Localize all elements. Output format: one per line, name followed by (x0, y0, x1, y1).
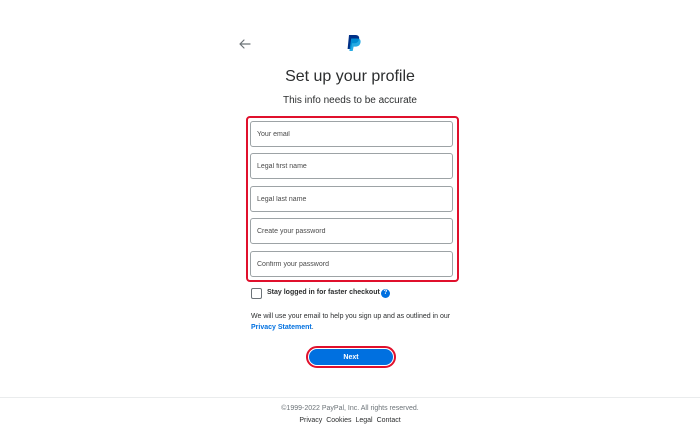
first-name-field[interactable] (250, 153, 453, 179)
stay-logged-in-checkbox[interactable] (251, 288, 262, 299)
notice-end: . (311, 324, 314, 331)
email-field[interactable] (250, 121, 453, 147)
stay-logged-in-label: Stay logged in for faster checkout (267, 289, 380, 296)
footer-link-cookies[interactable]: Cookies (326, 417, 351, 424)
page-subtitle: This info needs to be accurate (283, 95, 417, 106)
back-arrow-icon[interactable] (238, 37, 252, 51)
paypal-logo-icon (346, 34, 362, 52)
next-button[interactable]: Next (309, 349, 393, 365)
page-title: Set up your profile (285, 68, 415, 85)
footer-divider (0, 397, 700, 398)
confirm-password-field[interactable] (250, 251, 453, 277)
privacy-statement-link[interactable]: Privacy Statement (251, 324, 312, 331)
footer-link-legal[interactable]: Legal (355, 417, 372, 424)
copyright-text: ©1999-2022 PayPal, Inc. All rights reser… (281, 405, 419, 412)
footer-links: Privacy Cookies Legal Contact (0, 417, 700, 424)
footer-link-contact[interactable]: Contact (377, 417, 401, 424)
notice-text: We will use your email to help you sign … (251, 313, 451, 320)
last-name-field[interactable] (250, 186, 453, 212)
create-password-field[interactable] (250, 218, 453, 244)
footer-link-privacy[interactable]: Privacy (299, 417, 322, 424)
email-notice: We will use your email to help you sign … (251, 311, 461, 333)
question-circle-icon[interactable]: ? (381, 289, 390, 298)
